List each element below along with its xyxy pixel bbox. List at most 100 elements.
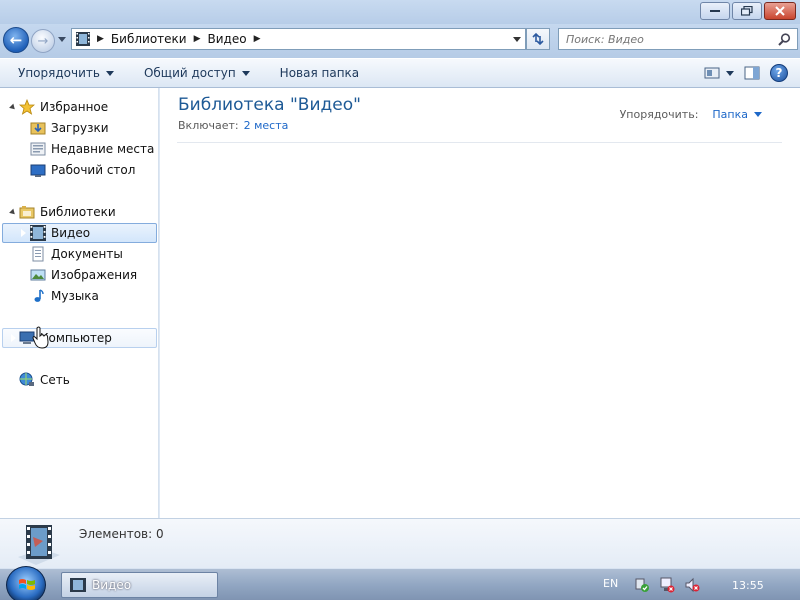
chevron-right-icon[interactable]: ▶: [194, 34, 201, 44]
sidebar-item-label: Сеть: [40, 373, 70, 387]
video-library-icon: [30, 225, 46, 241]
hand-cursor-icon: [32, 326, 49, 349]
sidebar-item-label: Рабочий стол: [51, 163, 136, 177]
sidebar-item-libraries[interactable]: Библиотеки: [19, 202, 116, 222]
help-icon[interactable]: ?: [770, 64, 788, 82]
sidebar-item-label: Недавние места: [51, 142, 155, 156]
address-bar[interactable]: ▶ Библиотеки ▶ Видео ▶: [71, 28, 526, 50]
share-label: Общий доступ: [143, 66, 236, 80]
restore-icon: [741, 6, 753, 16]
view-options-dropdown[interactable]: [726, 70, 734, 76]
expand-arrow-icon[interactable]: [9, 103, 17, 112]
breadcrumb-libraries[interactable]: Библиотеки: [111, 32, 187, 46]
sidebar-item-label: Видео: [51, 226, 91, 240]
back-arrow-icon: ←: [9, 31, 23, 49]
video-library-large-icon: [18, 525, 60, 565]
navigation-bar: ← → ▶ Библиотеки ▶ Видео ▶: [0, 24, 800, 58]
preview-pane-icon[interactable]: [744, 66, 760, 80]
search-box[interactable]: [558, 28, 798, 50]
star-icon: [19, 99, 35, 115]
sidebar-item-music[interactable]: Музыка: [30, 286, 99, 306]
expand-arrow-icon[interactable]: [20, 249, 26, 259]
back-button[interactable]: ←: [3, 27, 29, 53]
content-area: Библиотека "Видео" Включает: 2 места Упор…: [160, 88, 800, 518]
taskbar-window-video[interactable]: Видео: [61, 572, 218, 598]
library-includes: Включает: 2 места: [178, 119, 288, 132]
search-input[interactable]: [566, 32, 766, 46]
divider: [177, 142, 782, 143]
taskbar-window-label: Видео: [92, 578, 132, 592]
volume-muted-icon[interactable]: [684, 577, 700, 593]
window-controls: [700, 2, 796, 20]
close-icon: [775, 6, 785, 16]
new-folder-label: Новая папка: [279, 66, 360, 80]
address-history-dropdown[interactable]: [513, 37, 521, 42]
sidebar-item-label: Музыка: [51, 289, 99, 303]
sidebar-item-images[interactable]: Изображения: [30, 265, 137, 285]
expand-arrow-icon[interactable]: [20, 291, 26, 301]
refresh-button[interactable]: [526, 28, 550, 50]
title-bar: [0, 0, 800, 24]
network-icon: [19, 372, 34, 386]
organize-menu[interactable]: Упорядочить: [18, 66, 114, 80]
sidebar-item-recent[interactable]: Недавние места: [30, 139, 154, 159]
downloads-folder-icon: [30, 122, 46, 135]
maximize-button[interactable]: [732, 2, 762, 20]
sidebar-item-label: Компьютер: [40, 331, 112, 345]
minimize-button[interactable]: [700, 2, 730, 20]
sidebar-item-label: Загрузки: [51, 121, 109, 135]
windows-logo-icon: [19, 579, 35, 590]
sidebar-item-downloads[interactable]: Загрузки: [30, 118, 109, 138]
start-button[interactable]: [6, 566, 46, 600]
chevron-right-icon[interactable]: ▶: [97, 34, 104, 44]
language-indicator[interactable]: EN: [603, 577, 618, 590]
item-count: Элементов: 0: [79, 527, 164, 541]
command-bar: Упорядочить Общий доступ Новая папка ?: [0, 58, 800, 88]
arrange-value-dropdown[interactable]: Папка: [712, 108, 748, 121]
action-center-icon[interactable]: [634, 577, 650, 593]
new-folder-button[interactable]: Новая папка: [280, 66, 359, 80]
chevron-right-icon[interactable]: ▶: [254, 34, 261, 44]
sidebar-item-label: Документы: [51, 247, 123, 261]
page-title: Библиотека "Видео": [178, 95, 361, 115]
breadcrumb-video[interactable]: Видео: [208, 32, 247, 46]
expand-arrow-icon[interactable]: [10, 375, 16, 385]
video-library-icon: [76, 32, 90, 46]
search-icon[interactable]: [778, 33, 791, 46]
forward-button[interactable]: →: [31, 29, 55, 53]
sidebar-item-label: Изображения: [51, 268, 138, 282]
sidebar-item-desktop[interactable]: Рабочий стол: [30, 160, 135, 180]
refresh-icon: [532, 32, 544, 46]
expand-arrow-icon[interactable]: [20, 270, 26, 280]
sidebar-item-network[interactable]: Сеть: [19, 370, 70, 390]
command-bar-right: ?: [704, 64, 788, 82]
expand-arrow-icon[interactable]: [9, 208, 17, 217]
minimize-icon: [710, 10, 720, 12]
recent-pages-dropdown[interactable]: [58, 37, 66, 42]
includes-label: Включает:: [178, 119, 239, 132]
close-button[interactable]: [764, 2, 796, 20]
clock[interactable]: 13:55: [732, 579, 764, 592]
sidebar-item-label: Избранное: [40, 100, 109, 114]
includes-locations-link[interactable]: 2 места: [244, 119, 289, 132]
system-tray: [634, 577, 700, 593]
network-status-icon[interactable]: [659, 577, 675, 593]
share-menu[interactable]: Общий доступ: [144, 66, 250, 80]
organize-label: Упорядочить: [18, 66, 100, 80]
expand-arrow-icon[interactable]: [20, 228, 26, 238]
arrange-by: Упорядочить: Папка: [620, 108, 762, 121]
arrange-label: Упорядочить:: [619, 108, 699, 121]
forward-arrow-icon: →: [37, 33, 49, 49]
change-view-icon[interactable]: [704, 66, 720, 80]
chevron-down-icon: [241, 70, 250, 76]
chevron-down-icon[interactable]: [754, 112, 762, 117]
navigation-pane: Избранное Загрузки Недавние места Рабочи…: [0, 88, 159, 518]
images-icon: [30, 269, 46, 281]
sidebar-item-documents[interactable]: Документы: [30, 244, 123, 264]
libraries-folder-icon: [19, 206, 35, 219]
sidebar-item-video[interactable]: Видео: [30, 223, 90, 243]
desktop-icon: [30, 164, 46, 177]
sidebar-item-favorites[interactable]: Избранное: [19, 97, 108, 117]
documents-icon: [32, 246, 44, 262]
expand-arrow-icon[interactable]: [10, 333, 16, 343]
